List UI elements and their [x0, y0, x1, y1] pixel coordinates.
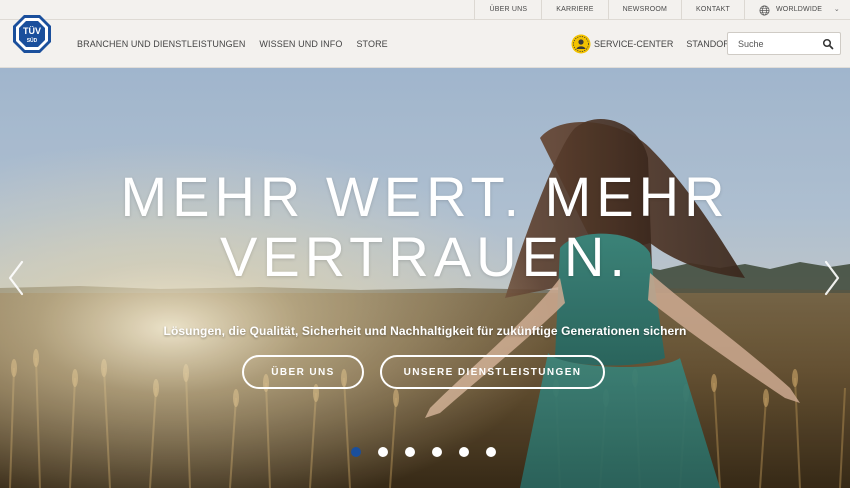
carousel-dot-4[interactable] — [432, 447, 442, 457]
utility-link-newsroom[interactable]: NEWSROOM — [607, 0, 681, 20]
carousel-prev-icon[interactable] — [5, 258, 27, 298]
worldwide-label: WORLDWIDE — [776, 6, 823, 13]
service-center-link[interactable]: SERVICE-CENTER — [571, 34, 673, 54]
service-center-label: SERVICE-CENTER — [594, 39, 674, 49]
carousel-dot-1[interactable] — [351, 447, 361, 457]
hero-headline: MEHR WERT. MEHR VERTRAUEN. — [100, 167, 750, 287]
globe-icon — [759, 5, 770, 15]
service-center-icon — [571, 34, 591, 54]
header-right-nav: SERVICE-CENTER STANDORTE — [571, 20, 741, 68]
carousel-dot-2[interactable] — [378, 447, 388, 457]
hero-carousel: MEHR WERT. MEHR VERTRAUEN. Lösungen, die… — [0, 68, 850, 488]
utility-link-karriere[interactable]: KARRIERE — [541, 0, 607, 20]
carousel-dot-3[interactable] — [405, 447, 415, 457]
page-bottom-strip — [0, 488, 850, 500]
hero-headline-line-1: MEHR WERT. MEHR — [120, 165, 730, 228]
search-box — [727, 32, 841, 55]
chevron-down-icon: ⌄ — [833, 6, 840, 13]
nav-wissen-info[interactable]: WISSEN UND INFO — [259, 39, 342, 49]
search-icon[interactable] — [822, 38, 834, 50]
carousel-dot-6[interactable] — [486, 447, 496, 457]
unsere-dienstleistungen-button[interactable]: UNSERE DIENSTLEISTUNGEN — [380, 355, 605, 389]
utility-link-kontakt[interactable]: KONTAKT — [681, 0, 744, 20]
hero-subtitle: Lösungen, die Qualität, Sicherheit und N… — [163, 324, 687, 338]
worldwide-selector[interactable]: WORLDWIDE ⌄ — [744, 0, 850, 20]
main-header: TÜV SÜD BRANCHEN UND DIENSTLEISTUNGEN WI… — [0, 15, 850, 68]
tuv-sud-logo[interactable]: TÜV SÜD — [12, 14, 52, 54]
utility-nav: ÜBER UNS KARRIERE NEWSROOM KONTAKT WORLD… — [474, 0, 850, 20]
nav-store[interactable]: STORE — [356, 39, 387, 49]
search-input[interactable] — [728, 33, 820, 54]
carousel-next-icon[interactable] — [821, 258, 843, 298]
logo-text-bottom: SÜD — [27, 37, 38, 44]
logo-text-top: TÜV — [23, 26, 41, 36]
utility-link-ueber-uns[interactable]: ÜBER UNS — [474, 0, 541, 20]
nav-branchen-dienstleistungen[interactable]: BRANCHEN UND DIENSTLEISTUNGEN — [77, 39, 245, 49]
carousel-dots — [351, 447, 496, 457]
carousel-dot-5[interactable] — [459, 447, 469, 457]
ueber-uns-button[interactable]: ÜBER UNS — [242, 355, 364, 389]
utility-bar: ÜBER UNS KARRIERE NEWSROOM KONTAKT WORLD… — [0, 0, 850, 20]
hero-headline-line-2: VERTRAUEN. — [220, 225, 630, 288]
main-nav: BRANCHEN UND DIENSTLEISTUNGEN WISSEN UND… — [77, 20, 388, 68]
